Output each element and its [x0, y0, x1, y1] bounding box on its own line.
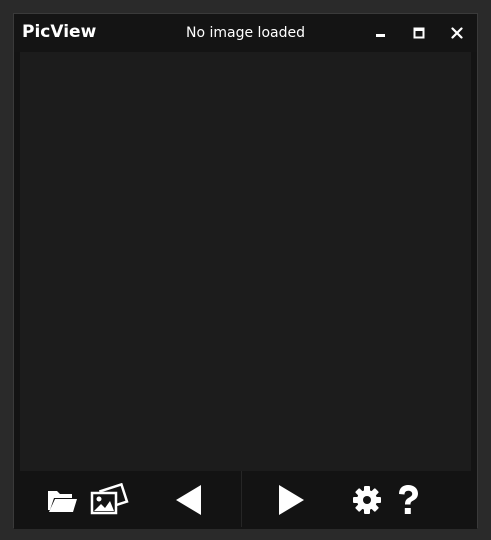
title-bar[interactable]: PicView No image loaded	[14, 14, 477, 52]
next-button[interactable]	[274, 481, 308, 519]
help-button[interactable]	[392, 481, 424, 519]
toolbar-divider	[241, 471, 242, 527]
folder-icon	[48, 491, 77, 512]
gallery-button[interactable]	[88, 481, 130, 519]
maximize-icon	[413, 27, 425, 39]
question-mark-icon	[399, 485, 418, 514]
close-button[interactable]	[448, 24, 466, 42]
maximize-button[interactable]	[410, 24, 428, 42]
minimize-button[interactable]	[372, 24, 390, 42]
image-viewer-area[interactable]	[20, 52, 471, 471]
open-folder-button[interactable]	[44, 481, 80, 519]
triangle-right-icon	[279, 485, 304, 515]
app-window: PicView No image loaded	[13, 13, 478, 529]
triangle-left-icon	[176, 485, 201, 515]
bottom-toolbar	[14, 471, 477, 529]
gear-icon	[353, 486, 381, 514]
images-icon	[90, 483, 129, 515]
document-title: No image loaded	[186, 25, 305, 41]
previous-button[interactable]	[172, 481, 206, 519]
settings-button[interactable]	[350, 481, 384, 519]
close-icon	[451, 27, 463, 39]
minimize-icon	[376, 34, 385, 37]
